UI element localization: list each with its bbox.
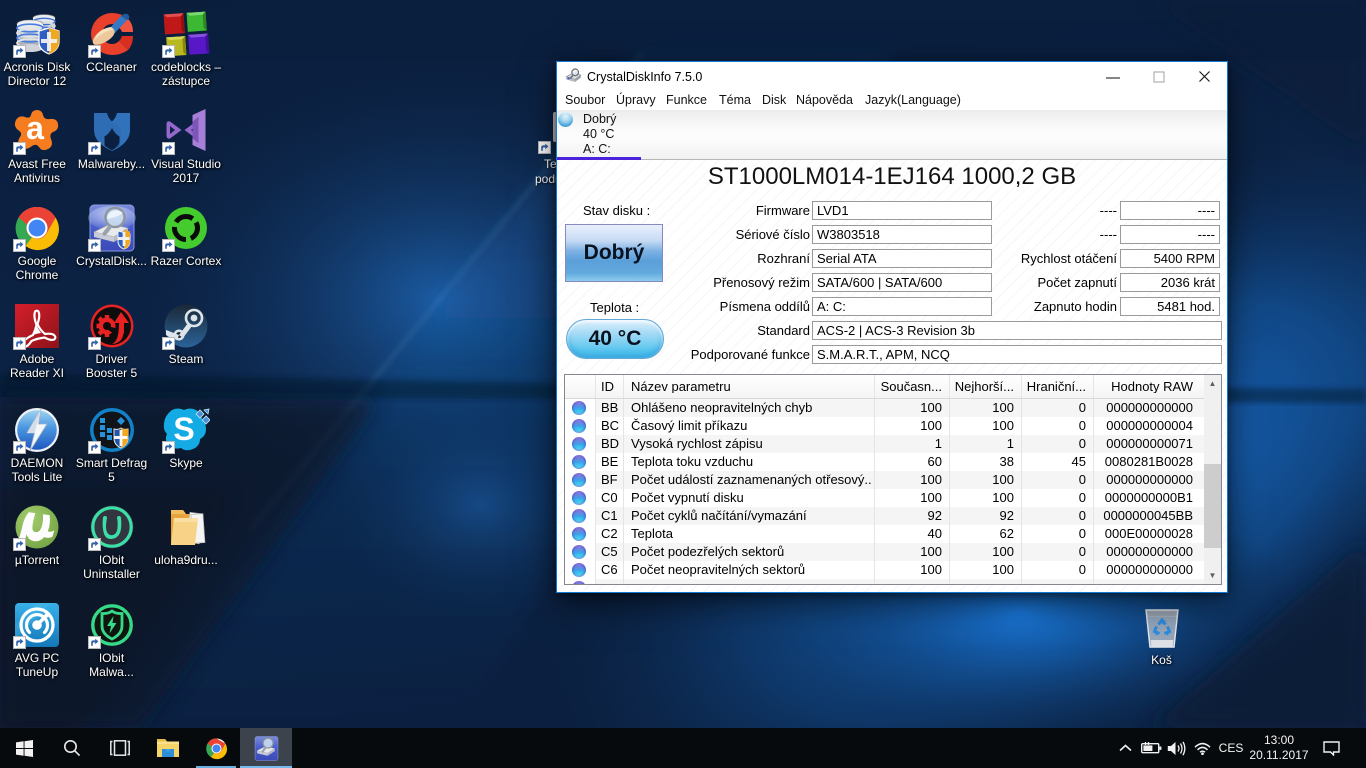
svg-text:a: a	[26, 110, 44, 146]
svg-text:S: S	[173, 411, 194, 447]
